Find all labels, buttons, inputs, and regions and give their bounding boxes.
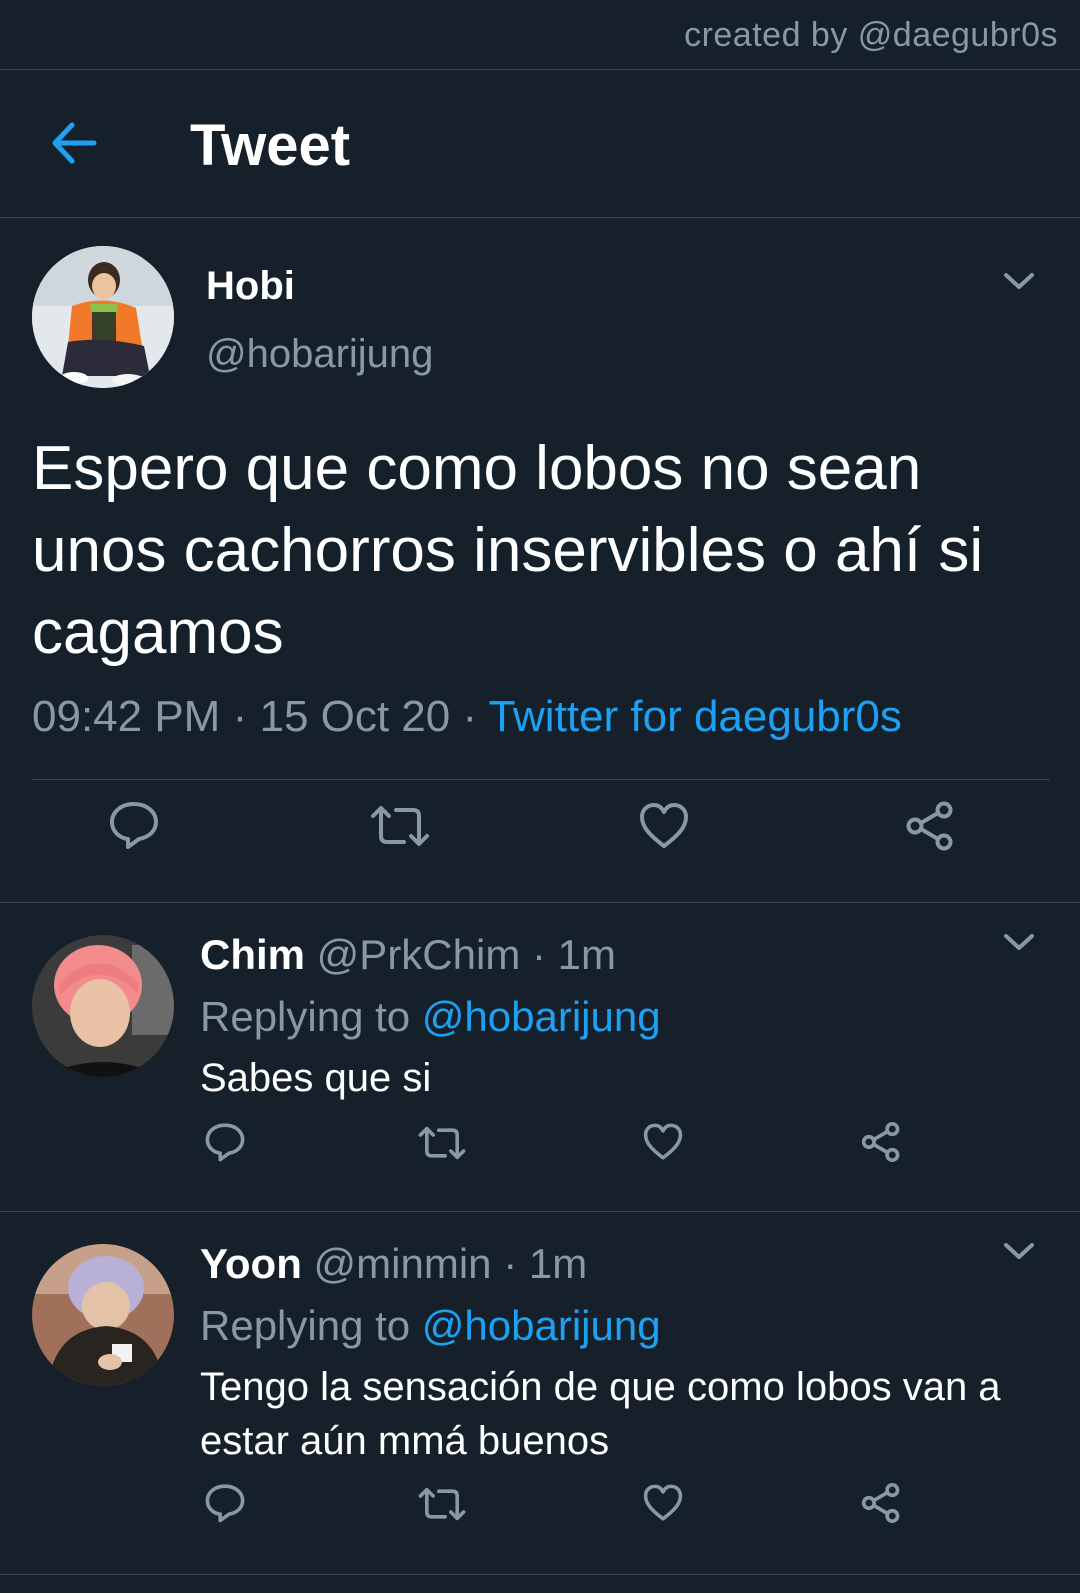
- reply-author-handle[interactable]: @minmin: [314, 1240, 492, 1287]
- reply-icon: [205, 1484, 245, 1523]
- like-icon: [640, 803, 688, 848]
- credit-text: created by @daegubr0s: [684, 16, 1058, 54]
- reply-icon: [110, 802, 158, 849]
- replying-prefix: Replying to: [200, 1302, 411, 1349]
- chevron-down-icon[interactable]: [1002, 1240, 1036, 1262]
- like-icon: [643, 1484, 683, 1521]
- tweet-meta: 09:42 PM · 15 Oct 20 · Twitter for daegu…: [32, 692, 902, 742]
- like-button[interactable]: [642, 1484, 684, 1522]
- avatar[interactable]: [32, 1244, 174, 1386]
- share-icon: [861, 1122, 900, 1162]
- retweet-button[interactable]: [418, 1486, 466, 1522]
- replying-to: Replying to @hobarijung: [200, 993, 661, 1041]
- mention-link[interactable]: @hobarijung: [422, 1302, 661, 1349]
- replying-prefix: Replying to: [200, 993, 411, 1040]
- main-tweet: Hobi @hobarijung Espero que como lobos n…: [0, 218, 1080, 903]
- reply-icon: [205, 1123, 245, 1162]
- retweet-button[interactable]: [418, 1125, 466, 1161]
- share-button[interactable]: [860, 1121, 902, 1163]
- reply-author-handle[interactable]: @PrkChim: [317, 931, 521, 978]
- credit-bar: created by @daegubr0s: [0, 0, 1080, 70]
- like-button[interactable]: [638, 802, 690, 850]
- share-icon: [861, 1483, 900, 1523]
- tweet-text: Espero que como lobos no sean unos cacho…: [32, 434, 984, 667]
- reply-time: · 1m: [503, 1240, 588, 1287]
- meta-separator: ·: [462, 692, 478, 741]
- retweet-icon: [418, 1126, 466, 1160]
- reply-button[interactable]: [108, 800, 160, 850]
- reply-text: Tengo la sensación de que como lobos van…: [200, 1365, 1001, 1463]
- meta-separator: ·: [232, 692, 248, 741]
- reply-button[interactable]: [204, 1122, 246, 1162]
- like-button[interactable]: [642, 1123, 684, 1161]
- avatar[interactable]: [32, 246, 174, 388]
- reply-author-name[interactable]: Yoon: [200, 1240, 302, 1287]
- arrow-left-icon[interactable]: [50, 120, 98, 166]
- app-header: Tweet: [0, 70, 1080, 218]
- retweet-icon: [371, 806, 429, 846]
- replying-to: Replying to @hobarijung: [200, 1302, 661, 1350]
- tweet-date: 15 Oct 20: [259, 692, 451, 741]
- author-name[interactable]: Hobi: [206, 264, 295, 309]
- retweet-button[interactable]: [370, 804, 430, 848]
- reply-tweet[interactable]: Chim @PrkChim · 1m Replying to @hobariju…: [0, 903, 1080, 1212]
- reply-author-name[interactable]: Chim: [200, 931, 305, 978]
- share-icon: [906, 801, 953, 851]
- reply-button[interactable]: [204, 1483, 246, 1523]
- page-title: Tweet: [190, 113, 351, 178]
- share-button[interactable]: [860, 1482, 902, 1524]
- like-icon: [643, 1123, 683, 1160]
- avatar[interactable]: [32, 935, 174, 1077]
- author-handle[interactable]: @hobarijung: [206, 332, 433, 377]
- divider: [32, 779, 1050, 780]
- chevron-down-icon[interactable]: [1002, 931, 1036, 953]
- reply-headline: Chim @PrkChim · 1m: [200, 931, 616, 979]
- mention-link[interactable]: @hobarijung: [422, 993, 661, 1040]
- chevron-down-icon[interactable]: [1002, 270, 1036, 292]
- reply-time: · 1m: [532, 931, 616, 978]
- reply-headline: Yoon @minmin · 1m: [200, 1240, 587, 1288]
- retweet-icon: [418, 1487, 466, 1521]
- reply-text: Sabes que si: [200, 1056, 432, 1100]
- share-button[interactable]: [904, 800, 956, 852]
- reply-tweet[interactable]: Yoon @minmin · 1m Replying to @hobarijun…: [0, 1212, 1080, 1575]
- tweet-source-link[interactable]: Twitter for daegubr0s: [489, 692, 902, 741]
- tweet-time: 09:42 PM: [32, 692, 221, 741]
